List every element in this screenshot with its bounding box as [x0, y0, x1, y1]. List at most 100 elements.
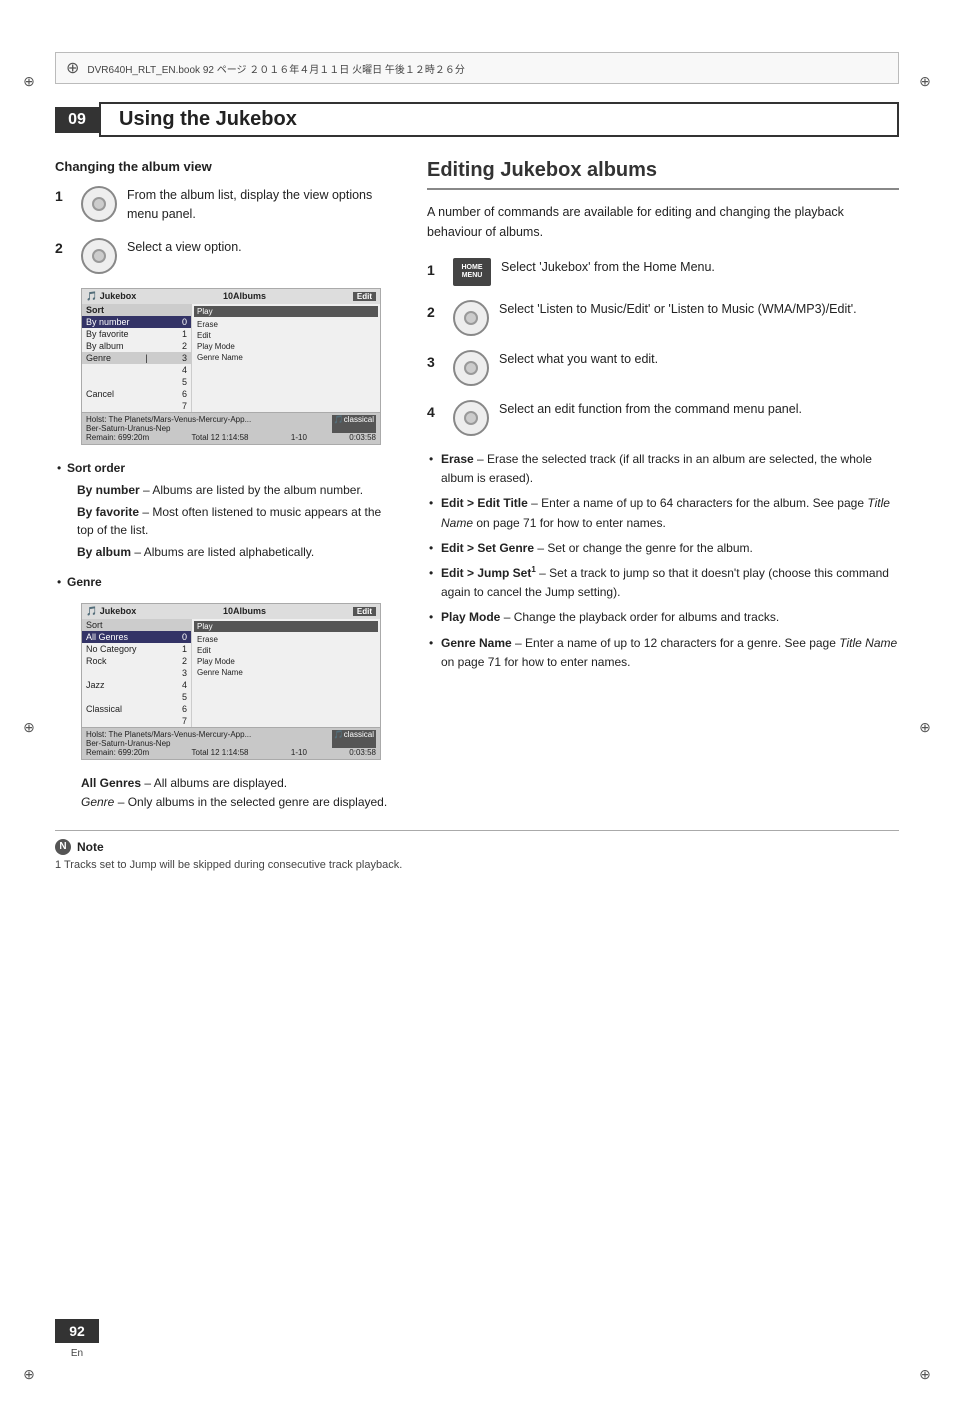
top-bar: ⊕ DVR640H_RLT_EN.book 92 ページ ２０１６年４月１１日 … — [55, 52, 899, 84]
step-1-row: 1 From the album list, display the view … — [55, 186, 395, 224]
screen1-time: 0:03:58 — [349, 433, 376, 442]
screen2-genrename: Genre Name — [194, 667, 378, 678]
right-step-3-num: 3 — [427, 354, 443, 370]
reg-mark-bl: ⊕ — [18, 1363, 40, 1385]
wheel-inner-r4 — [464, 411, 478, 425]
screen1-right-panel: Play Erase Edit Play Mode Genre Name — [192, 304, 380, 412]
genre-bullet: Genre — [67, 573, 395, 591]
edit-genre-item: Edit > Set Genre – Set or change the gen… — [441, 539, 899, 558]
by-favorite-label: By favorite — [77, 505, 139, 519]
step-2-icon — [81, 238, 117, 274]
top-bar-text: DVR640H_RLT_EN.book 92 ページ ２０１６年４月１１日 火曜… — [87, 61, 464, 76]
note-icon: N — [55, 839, 71, 855]
screen2-rock: Rock2 — [82, 655, 191, 667]
screen2-footer-row1: Holst: The Planets/Mars-Venus-Mercury-Ap… — [86, 730, 376, 748]
screen1-by-album: By album2 — [82, 340, 191, 352]
screen1-title: 🎵 Jukebox — [86, 291, 136, 302]
screen2-row3: 3 — [82, 667, 191, 679]
wheel-inner-2 — [92, 249, 106, 263]
sort-order-section: Sort order By number – Albums are listed… — [55, 459, 395, 561]
sort-order-heading: Sort order — [67, 461, 125, 475]
right-heading: Editing Jukebox albums — [427, 159, 899, 190]
right-column: Editing Jukebox albums A number of comma… — [427, 159, 899, 812]
screen2-footer: Holst: The Planets/Mars-Venus-Mercury-Ap… — [82, 727, 380, 759]
screen1-footer-row1: Holst: The Planets/Mars-Venus-Mercury-Ap… — [86, 415, 376, 433]
right-step-4-text: Select an edit function from the command… — [499, 400, 899, 419]
right-step-4-row: 4 Select an edit function from the comma… — [427, 400, 899, 436]
right-step-4-icon — [453, 400, 489, 436]
wheel-inner-1 — [92, 197, 106, 211]
screen-mock-2: 🎵 Jukebox 10Albums Edit Sort All Genres0… — [81, 603, 381, 760]
screen1-count: 10Albums — [223, 291, 266, 301]
reg-mark-mr: ⊕ — [914, 717, 936, 739]
screen2-right-panel: Play Erase Edit Play Mode Genre Name — [192, 619, 380, 727]
screen2-total: Total 12 1:14:58 — [192, 748, 249, 757]
screen2-track-info: Holst: The Planets/Mars-Venus-Mercury-Ap… — [86, 730, 251, 748]
screen1-total: Total 12 1:14:58 — [192, 433, 249, 442]
genre-heading: Genre — [67, 575, 102, 589]
screen1-play-btn: Play — [194, 306, 378, 317]
genre-section: Genre — [55, 573, 395, 591]
note-header: N Note — [55, 839, 899, 855]
wheel-inner-r2 — [464, 311, 478, 325]
top-bar-cross: ⊕ — [66, 58, 79, 78]
right-step-2-row: 2 Select 'Listen to Music/Edit' or 'List… — [427, 300, 899, 336]
step-2-text: Select a view option. — [127, 238, 395, 257]
screen2-body: Sort All Genres0 No Category1 Rock2 3 — [82, 619, 380, 727]
edit-title-label: Edit > Edit Title — [441, 496, 528, 510]
wheel-inner-r3 — [464, 361, 478, 375]
screen1-edit-btn: Edit — [353, 292, 376, 301]
screen1-edit: Edit — [194, 330, 378, 341]
right-intro: A number of commands are available for e… — [427, 202, 899, 242]
screen-mock-1: 🎵 Jukebox 10Albums Edit Sort By number0 … — [81, 288, 381, 445]
note-label: Note — [77, 840, 104, 854]
chapter-header: 09 Using the Jukebox — [55, 102, 899, 137]
reg-mark-ml: ⊕ — [18, 717, 40, 739]
page-number: 92 — [55, 1319, 99, 1343]
screen2-pages: 1-10 — [291, 748, 307, 757]
screen2-edit: Edit — [194, 645, 378, 656]
screen1-row7: 7 — [82, 400, 191, 412]
screen2-row7: 7 — [82, 715, 191, 727]
by-favorite-item: By favorite – Most often listened to mus… — [77, 503, 395, 539]
screen2-count: 10Albums — [223, 606, 266, 616]
screen1-by-favorite: By favorite1 — [82, 328, 191, 340]
screen2-jazz: Jazz4 — [82, 679, 191, 691]
right-step-2-num: 2 — [427, 304, 443, 320]
screen2-remain: Remain: 699:20m — [86, 748, 149, 757]
reg-mark-tl: ⊕ — [18, 70, 40, 92]
screen1-playmode: Play Mode — [194, 341, 378, 352]
edit-erase-item: Erase – Erase the selected track (if all… — [441, 450, 899, 488]
main-content: Changing the album view 1 From the album… — [55, 159, 899, 812]
right-step-3-icon — [453, 350, 489, 386]
step-1-text: From the album list, display the view op… — [127, 186, 395, 224]
step-1-icon — [81, 186, 117, 222]
screen2-footer-row2: Remain: 699:20m Total 12 1:14:58 1-10 0:… — [86, 748, 376, 757]
note-text-1: 1 Tracks set to Jump will be skipped dur… — [55, 859, 899, 871]
play-mode-label: Play Mode — [441, 610, 500, 624]
reg-mark-br: ⊕ — [914, 1363, 936, 1385]
reg-mark-tr: ⊕ — [914, 70, 936, 92]
edit-playmode-item: Play Mode – Change the playback order fo… — [441, 608, 899, 627]
screen1-header: 🎵 Jukebox 10Albums Edit — [82, 289, 380, 304]
step-1-num: 1 — [55, 188, 71, 204]
right-step-1-row: 1 HOME MENU Select 'Jukebox' from the Ho… — [427, 258, 899, 286]
screen1-genre-label: Genre|3 — [82, 352, 191, 364]
by-number-item: By number – Albums are listed by the alb… — [77, 481, 395, 499]
screen1-body: Sort By number0 By favorite1 By album2 G… — [82, 304, 380, 412]
edit-title-item: Edit > Edit Title – Enter a name of up t… — [441, 494, 899, 532]
screen1-row4: 4 — [82, 364, 191, 376]
left-column: Changing the album view 1 From the album… — [55, 159, 395, 812]
screen2-sort-row: Sort — [82, 619, 191, 631]
step-2-num: 2 — [55, 240, 71, 256]
sort-order-bullet: Sort order — [67, 459, 395, 477]
screen2-row5: 5 — [82, 691, 191, 703]
screen2-no-cat: No Category1 — [82, 643, 191, 655]
screen1-remain: Remain: 699:20m — [86, 433, 149, 442]
screen1-sort-label: Sort — [82, 304, 191, 316]
right-step-2-text: Select 'Listen to Music/Edit' or 'Listen… — [499, 300, 899, 319]
erase-label: Erase — [441, 452, 474, 466]
screen2-header: 🎵 Jukebox 10Albums Edit — [82, 604, 380, 619]
screen1-left-panel: Sort By number0 By favorite1 By album2 G… — [82, 304, 192, 412]
edit-genre-label: Edit > Set Genre — [441, 541, 534, 555]
